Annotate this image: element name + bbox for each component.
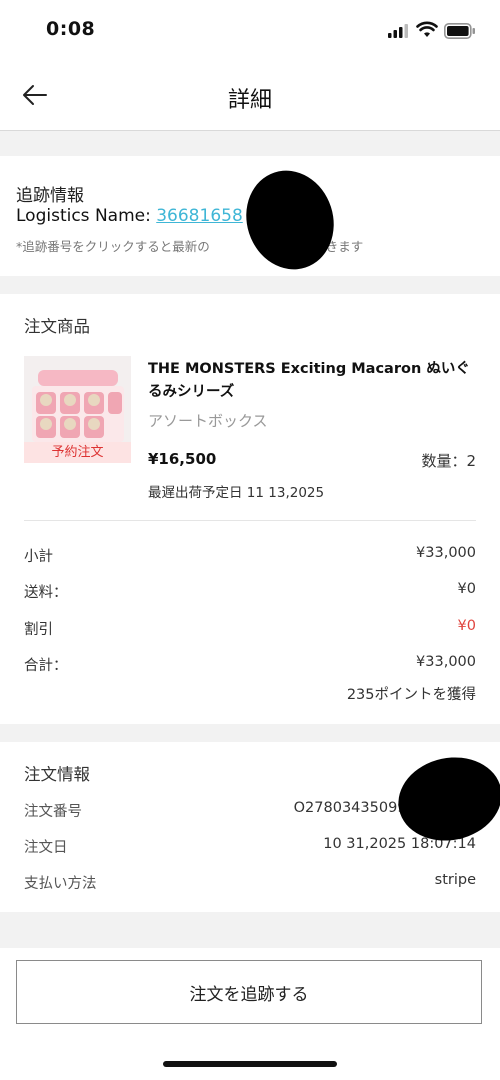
shipping-fee-value: ¥0 [457, 581, 476, 597]
cellular-signal-icon [388, 24, 408, 38]
product-price: ¥16,500 [148, 450, 217, 468]
tracking-number-link[interactable]: 36681658 [156, 206, 243, 226]
preorder-badge: 予約注文 [24, 442, 131, 463]
page-title: 詳細 [227, 88, 272, 113]
battery-icon [444, 23, 475, 39]
product-quantity: 数量：2 [421, 452, 476, 470]
logistics-line: Logistics Name: 36681658 [16, 206, 243, 226]
total-label: 合計： [24, 658, 68, 674]
divider [24, 520, 476, 521]
total-value: ¥33,000 [416, 654, 476, 670]
tracking-note-head: *追跡番号をクリックすると最新の [16, 239, 210, 254]
discount-value: ¥0 [457, 618, 476, 634]
tracking-title: 追跡情報 [16, 186, 84, 206]
product-name[interactable]: THE MONSTERS Exciting Macaron ぬいぐるみシリーズ [148, 358, 478, 404]
order-info-title: 注文情報 [24, 765, 90, 784]
points-earned: 235ポイントを獲得 [346, 687, 476, 703]
order-date-label: 注文日 [24, 840, 68, 856]
shipping-fee-label: 送料： [24, 585, 68, 601]
product-variant: アソートボックス [148, 412, 268, 430]
payment-method-label: 支払い方法 [24, 876, 97, 892]
subtotal-label: 小計 [24, 549, 53, 565]
order-number-label: 注文番号 [24, 804, 82, 820]
track-order-button[interactable]: 注文を追跡する [16, 960, 482, 1024]
home-indicator[interactable] [163, 1061, 337, 1067]
status-time: 0:08 [46, 18, 96, 40]
logistics-label: Logistics Name: [16, 206, 157, 226]
discount-label: 割引 [24, 622, 53, 638]
shipping-date: 最遅出荷予定日 11 13,2025 [148, 485, 325, 501]
wifi-icon [416, 21, 438, 37]
order-items-title: 注文商品 [24, 317, 90, 336]
subtotal-value: ¥33,000 [416, 545, 476, 561]
payment-method-value: stripe [434, 872, 476, 888]
